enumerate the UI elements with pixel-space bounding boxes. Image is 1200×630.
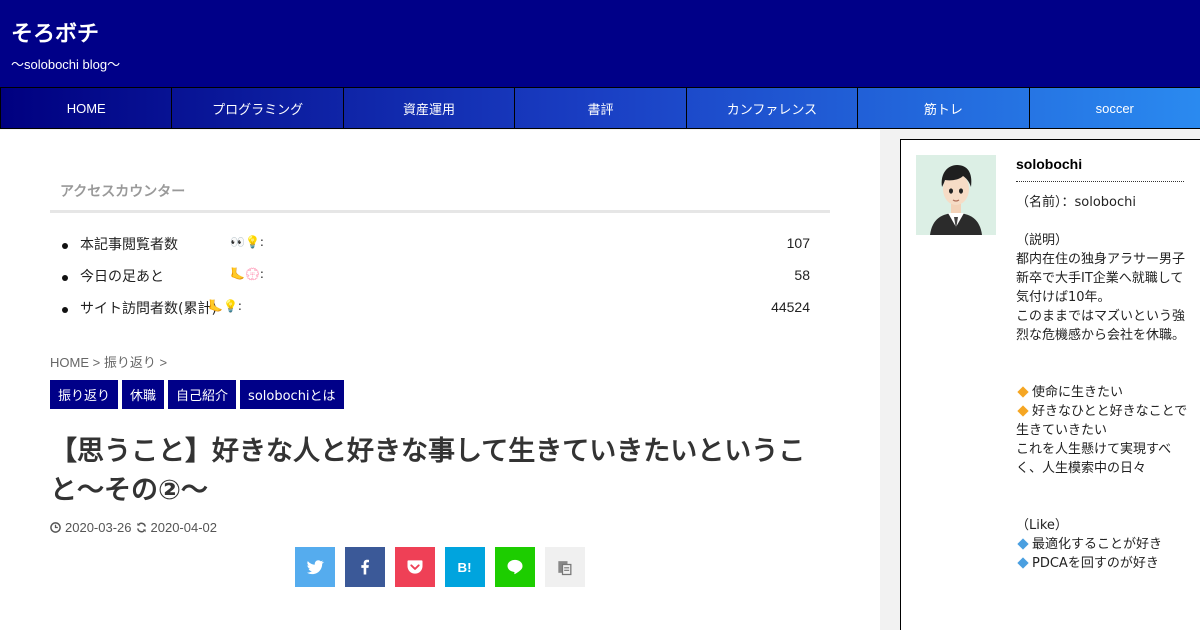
profile-line: 最適化することが好き bbox=[1016, 535, 1188, 554]
svg-text:B!: B! bbox=[458, 560, 472, 575]
profile-line: 好きなひとと好きなことで生きていきたい bbox=[1016, 404, 1188, 438]
access-counter-list: 本記事閲覧者数 👀💡: 107 今日の足あと 🦶💮: 58 サイト訪問者数(累計… bbox=[62, 232, 810, 328]
clock-icon bbox=[50, 522, 61, 533]
foot-bulb-icon: 🦶💡: bbox=[208, 299, 242, 313]
share-buttons: B! bbox=[295, 547, 585, 587]
profile-line: （名前）：solobochi bbox=[1016, 195, 1136, 210]
profile-line: PDCAを回すのが好き bbox=[1016, 554, 1188, 573]
pocket-icon bbox=[407, 560, 423, 574]
access-counter-title: アクセスカウンター bbox=[50, 179, 830, 213]
profile-description: （名前）：solobochi （説明） 都内在住の独身アラサー男子 新卒で大手I… bbox=[1016, 193, 1188, 573]
counter-value: 44524 bbox=[771, 299, 810, 315]
site-header: そろボチ 〜solobochi blog〜 bbox=[0, 0, 1200, 87]
sidebar-profile: solobochi （名前）：solobochi （説明） 都内在住の独身アラサ… bbox=[900, 139, 1200, 630]
eyes-bulb-icon: 👀💡: bbox=[230, 235, 264, 249]
profile-line: （説明） bbox=[1016, 233, 1069, 248]
updated-date: 2020-04-02 bbox=[150, 520, 218, 535]
profile-line: 新卒で大手IT企業へ就職して気付けば10年。 bbox=[1016, 271, 1184, 305]
main-content: アクセスカウンター 本記事閲覧者数 👀💡: 107 今日の足あと 🦶💮: 58 … bbox=[0, 130, 880, 630]
profile-line: 使命に生きたい bbox=[1016, 383, 1188, 402]
share-twitter-button[interactable] bbox=[295, 547, 335, 587]
share-pocket-button[interactable] bbox=[395, 547, 435, 587]
bullet-icon bbox=[62, 307, 68, 313]
counter-label: 本記事閲覧者数 bbox=[80, 237, 178, 253]
profile-line: このままではマズいという強烈な危機感から会社を休職。 bbox=[1016, 309, 1186, 343]
bullet-icon bbox=[62, 275, 68, 281]
tag-about-solobochi[interactable]: solobochiとは bbox=[240, 380, 344, 409]
global-nav: HOME プログラミング 資産運用 書評 カンファレンス 筋トレ soccer bbox=[0, 87, 1200, 129]
breadcrumb-category[interactable]: 振り返り bbox=[104, 355, 156, 370]
counter-value: 58 bbox=[794, 267, 810, 283]
bullet-icon bbox=[62, 243, 68, 249]
site-tagline: 〜solobochi blog〜 bbox=[11, 57, 121, 72]
tag-list: 振り返り 休職 自己紹介 solobochiとは bbox=[50, 380, 344, 409]
copy-link-button[interactable] bbox=[545, 547, 585, 587]
breadcrumb-separator: > bbox=[89, 355, 104, 370]
profile-name: solobochi bbox=[1016, 156, 1184, 182]
nav-item-programming[interactable]: プログラミング bbox=[171, 88, 342, 128]
nav-item-home[interactable]: HOME bbox=[0, 88, 171, 128]
orange-diamond-icon bbox=[1017, 405, 1029, 417]
breadcrumb-separator: > bbox=[155, 355, 168, 370]
profile-line: これを人生懸けて実現すべく、人生模索中の日々 bbox=[1016, 442, 1172, 476]
twitter-icon bbox=[306, 560, 324, 575]
published-date: 2020-03-26 bbox=[65, 520, 132, 535]
counter-row-total: サイト訪問者数(累計) 🦶💡: 44524 bbox=[62, 296, 810, 328]
clipboard-icon bbox=[558, 561, 572, 576]
counter-value: 107 bbox=[786, 235, 810, 251]
facebook-icon bbox=[361, 559, 369, 575]
orange-diamond-icon bbox=[1017, 386, 1029, 398]
profile-line: 都内在住の独身アラサー男子 bbox=[1016, 252, 1186, 267]
post-title: 【思うこと】好きな人と好きな事して生きていきたいということ〜その②〜 bbox=[50, 436, 806, 506]
share-facebook-button[interactable] bbox=[345, 547, 385, 587]
nav-item-book-review[interactable]: 書評 bbox=[514, 88, 685, 128]
counter-row-today: 今日の足あと 🦶💮: 58 bbox=[62, 264, 810, 296]
site-title[interactable]: そろボチ bbox=[11, 16, 99, 48]
blue-diamond-icon bbox=[1017, 538, 1029, 550]
counter-label: サイト訪問者数(累計) bbox=[80, 301, 217, 317]
hatena-bookmark-icon: B! bbox=[458, 560, 472, 575]
nav-item-training[interactable]: 筋トレ bbox=[857, 88, 1028, 128]
counter-label: 今日の足あと bbox=[80, 269, 164, 285]
tag-self-intro[interactable]: 自己紹介 bbox=[168, 380, 237, 409]
avatar bbox=[916, 155, 996, 235]
post-dates: 2020-03-26 2020-04-02 bbox=[50, 520, 217, 535]
breadcrumb: HOME > 振り返り > bbox=[50, 352, 167, 371]
share-line-button[interactable] bbox=[495, 547, 535, 587]
nav-item-soccer[interactable]: soccer bbox=[1028, 88, 1200, 128]
share-hatena-button[interactable]: B! bbox=[445, 547, 485, 587]
line-icon bbox=[507, 559, 523, 575]
blue-diamond-icon bbox=[1017, 557, 1029, 569]
refresh-icon bbox=[136, 522, 146, 533]
tag-leave[interactable]: 休職 bbox=[122, 380, 165, 409]
nav-item-investment[interactable]: 資産運用 bbox=[342, 88, 514, 128]
profile-avatar-illustration bbox=[916, 155, 996, 235]
counter-row-article-views: 本記事閲覧者数 👀💡: 107 bbox=[62, 232, 810, 264]
profile-line: （Like） bbox=[1016, 518, 1068, 533]
breadcrumb-home[interactable]: HOME bbox=[50, 355, 89, 370]
nav-item-conference[interactable]: カンファレンス bbox=[685, 88, 857, 128]
foot-flower-icon: 🦶💮: bbox=[230, 267, 264, 281]
tag-reflection[interactable]: 振り返り bbox=[50, 380, 119, 409]
